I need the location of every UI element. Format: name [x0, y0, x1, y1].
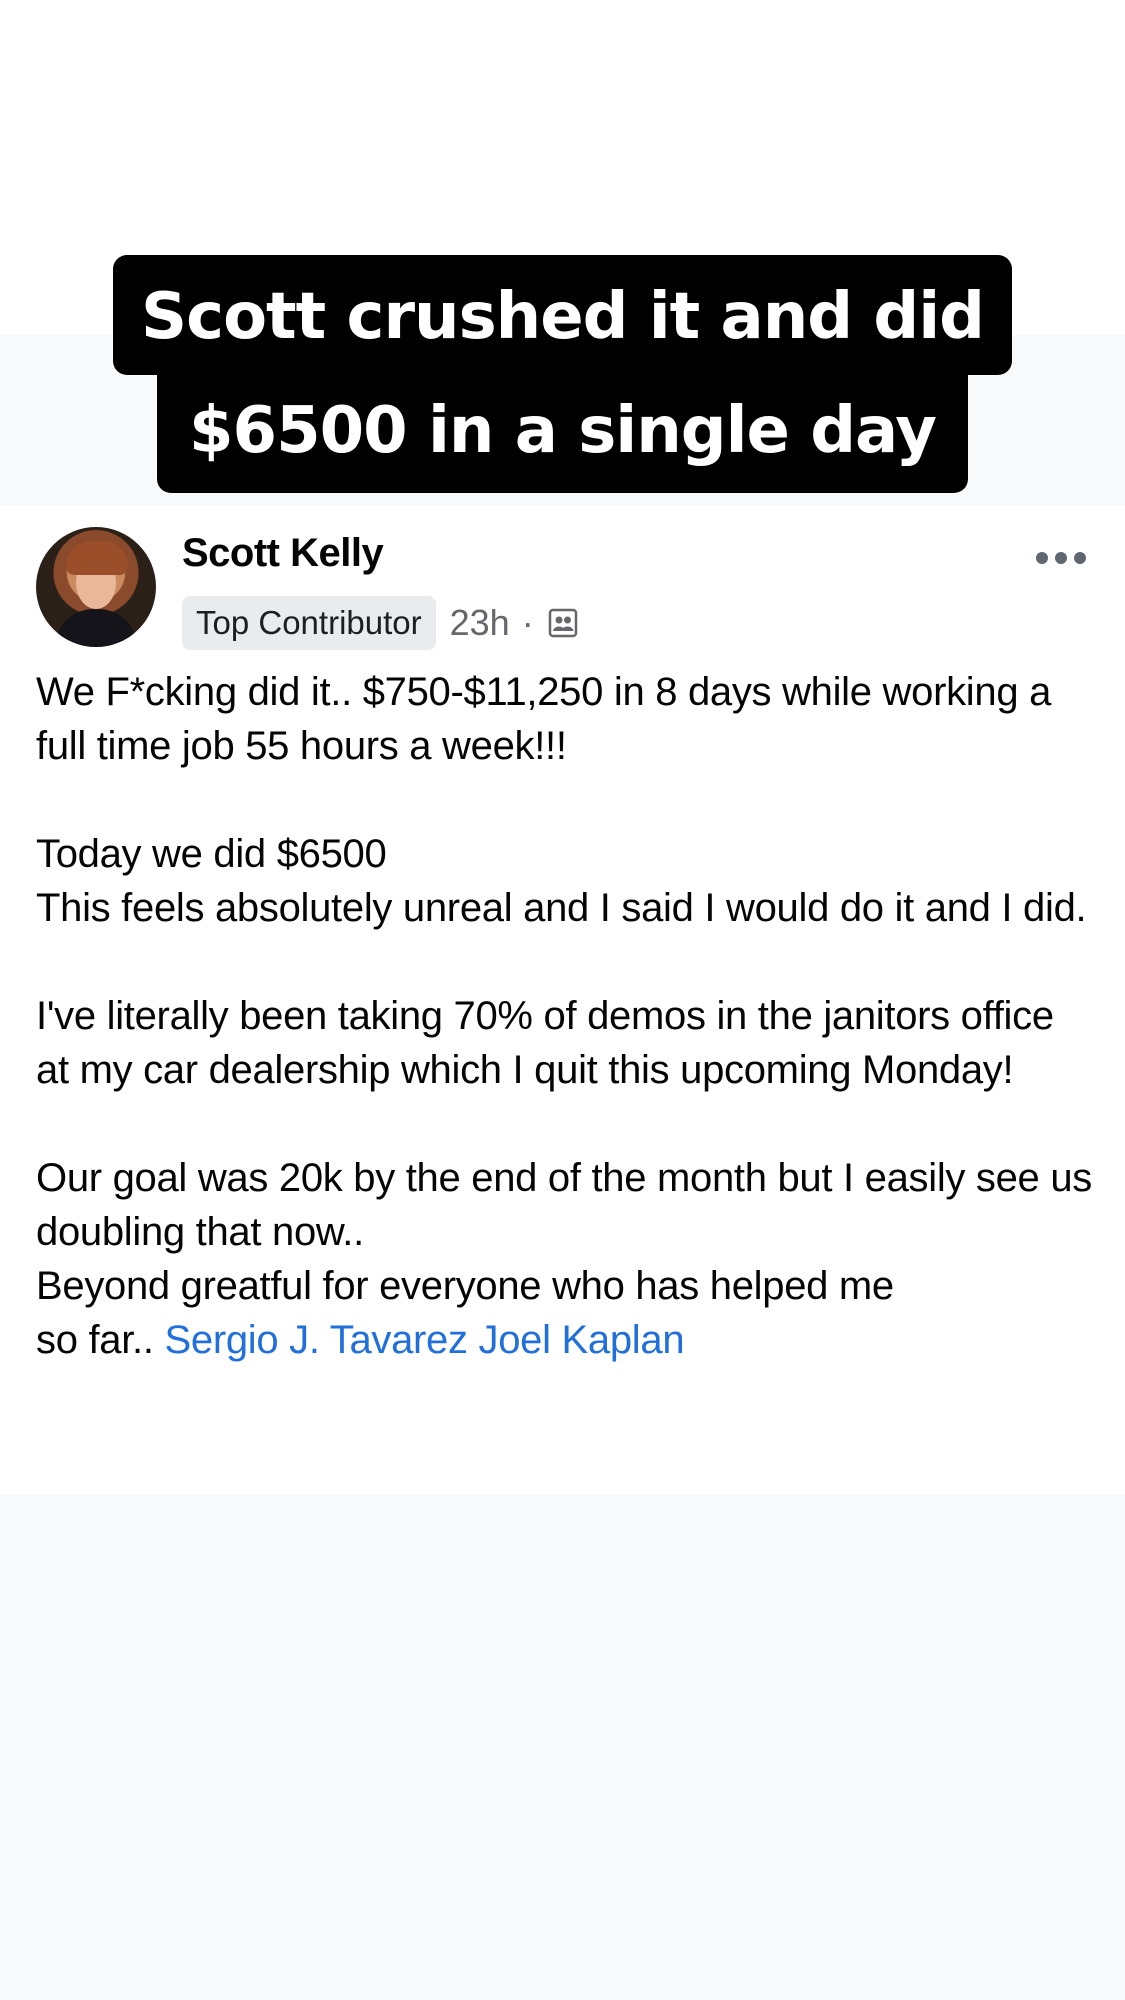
more-dot	[1055, 552, 1067, 564]
caption-line-1: Scott crushed it and did	[113, 255, 1012, 375]
mention-sergio-tavarez[interactable]: Sergio J. Tavarez	[165, 1318, 469, 1362]
avatar-hair	[66, 541, 128, 575]
post-last-line: so far.. Sergio J. Tavarez Joel Kaplan	[36, 1313, 1096, 1367]
post-paragraph: We F*cking did it.. $750-$11,250 in 8 da…	[36, 670, 1052, 768]
mention-joel-kaplan[interactable]: Joel Kaplan	[479, 1318, 685, 1362]
author-name[interactable]: Scott Kelly	[182, 531, 384, 576]
post-card: Scott Kelly Top Contributor 23h · We F*c…	[0, 505, 1125, 1495]
top-contributor-badge[interactable]: Top Contributor	[182, 596, 436, 650]
post-body: We F*cking did it.. $750-$11,250 in 8 da…	[36, 665, 1096, 1367]
caption-line-2: $6500 in a single day	[157, 371, 968, 493]
post-meta: Top Contributor 23h ·	[182, 595, 578, 651]
author-avatar[interactable]	[36, 527, 156, 647]
post-paragraph: Our goal was 20k by the end of the month…	[36, 1156, 1092, 1254]
meta-separator: ·	[521, 602, 534, 643]
post-last-line-prefix: so far..	[36, 1318, 154, 1362]
group-members-icon[interactable]	[548, 608, 578, 638]
post-paragraph: This feels absolutely unreal and I said …	[36, 886, 1087, 930]
caption-banner: Scott crushed it and did $6500 in a sing…	[0, 255, 1125, 493]
avatar-shirt	[54, 609, 138, 647]
post-paragraph: I've literally been taking 70% of demos …	[36, 994, 1054, 1092]
more-dot	[1074, 552, 1086, 564]
post-paragraph: Beyond greatful for everyone who has hel…	[36, 1264, 894, 1308]
more-options-icon[interactable]	[1036, 551, 1086, 565]
post-paragraph: Today we did $6500	[36, 832, 387, 876]
more-dot	[1036, 552, 1048, 564]
post-timestamp[interactable]: 23h	[450, 602, 510, 644]
